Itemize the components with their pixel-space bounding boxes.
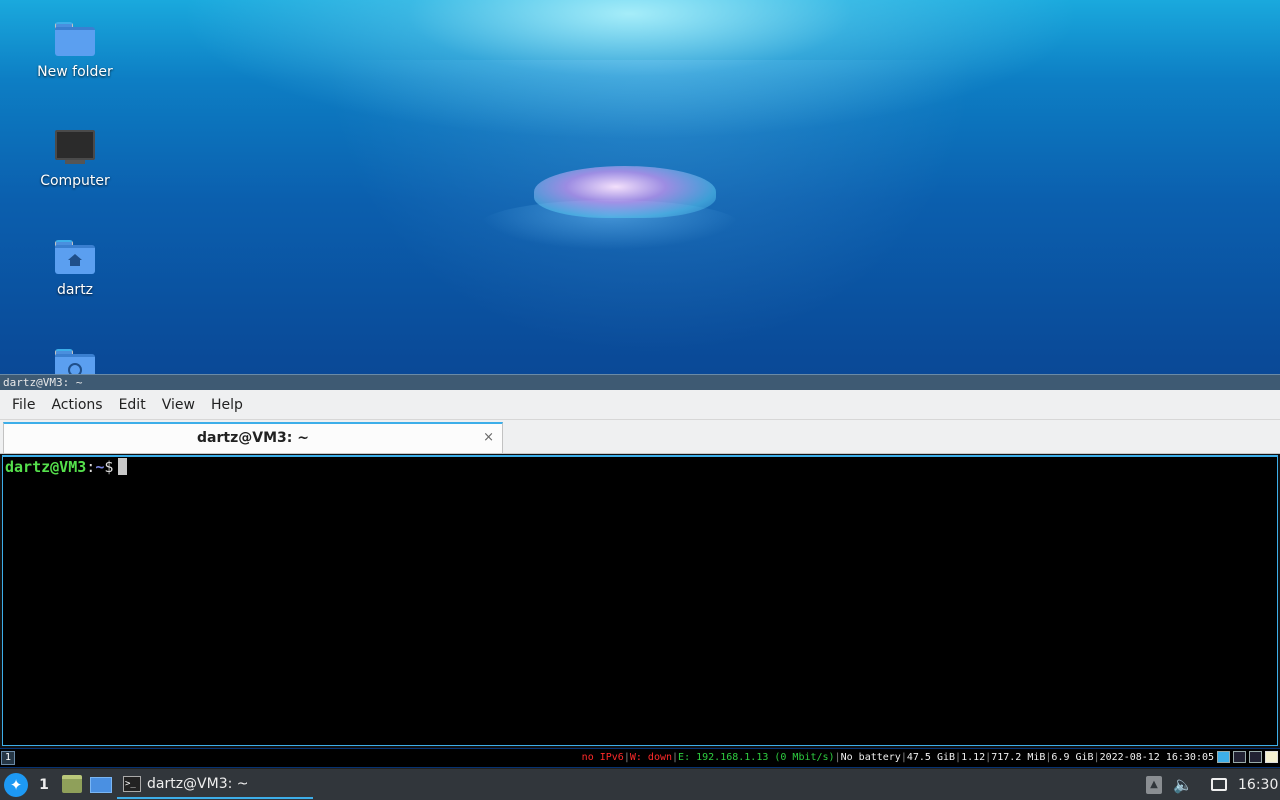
- desktop-icon-label: dartz: [56, 282, 94, 298]
- status-ipv6: no IPv6: [581, 752, 624, 763]
- folder-icon: [53, 18, 97, 58]
- terminal-output[interactable]: dartz@VM3:~$: [2, 455, 1278, 746]
- status-datetime: 2022-08-12 16:30:05: [1099, 752, 1214, 763]
- show-desktop-icon[interactable]: [90, 777, 112, 793]
- workspace-switcher[interactable]: 1: [34, 775, 54, 795]
- window-title[interactable]: dartz@VM3: ~: [0, 374, 1280, 390]
- status-disk: 47.5 GiB: [906, 752, 956, 763]
- desktop-icon-label: New folder: [37, 64, 113, 80]
- menu-help[interactable]: Help: [203, 390, 251, 420]
- file-manager-icon[interactable]: [62, 775, 82, 793]
- computer-icon: [53, 127, 97, 167]
- text-cursor: [118, 458, 128, 475]
- wallpaper-jellyfish: [534, 166, 716, 218]
- prompt-colon: :: [86, 458, 96, 476]
- desktop-icon-computer[interactable]: Computer: [20, 127, 130, 189]
- network-icon[interactable]: [1211, 778, 1227, 791]
- tray-expand-icon[interactable]: ▲: [1146, 776, 1162, 794]
- desktop-icon-label: Computer: [40, 173, 110, 189]
- prompt-dir: ~: [95, 458, 105, 476]
- tray-window-icon[interactable]: [1249, 751, 1262, 763]
- taskbar-task-terminal[interactable]: >_ dartz@VM3: ~: [117, 771, 313, 799]
- home-folder-icon: [53, 236, 97, 276]
- status-items: no IPv6|W: down|E: 192.168.1.13 (0 Mbit/…: [581, 752, 1214, 763]
- prompt-user: dartz@VM3: [5, 458, 87, 476]
- terminal-window[interactable]: dartz@VM3: ~ File Actions Edit View Help…: [0, 374, 1280, 748]
- task-label: dartz@VM3: ~: [147, 776, 249, 792]
- status-ethernet: E: 192.168.1.13 (0 Mbit/s): [678, 752, 835, 763]
- menu-edit[interactable]: Edit: [111, 390, 154, 420]
- menu-actions[interactable]: Actions: [43, 390, 110, 420]
- menu-view[interactable]: View: [154, 390, 203, 420]
- status-memory: 717.2 MiB: [991, 752, 1046, 763]
- tray-app-icon[interactable]: [1217, 751, 1230, 763]
- prompt-symbol: $: [104, 458, 114, 476]
- status-swap: 6.9 GiB: [1051, 752, 1094, 763]
- status-load: 1.12: [961, 752, 986, 763]
- clock[interactable]: 16:30: [1238, 775, 1278, 795]
- menu-bar: File Actions Edit View Help: [0, 390, 1280, 420]
- status-battery: No battery: [840, 752, 901, 763]
- menu-file[interactable]: File: [4, 390, 43, 420]
- tab-terminal[interactable]: dartz@VM3: ~ ×: [3, 422, 503, 453]
- desktop-icon-new-folder[interactable]: New folder: [20, 18, 130, 80]
- status-tray: [1217, 751, 1278, 765]
- workspace-indicator[interactable]: 1: [1, 751, 15, 765]
- close-icon[interactable]: ×: [483, 428, 494, 448]
- start-menu-icon[interactable]: ✦: [4, 773, 28, 797]
- status-bar: 1 no IPv6|W: down|E: 192.168.1.13 (0 Mbi…: [0, 749, 1280, 767]
- status-wifi: W: down: [629, 752, 673, 763]
- tray-screen-icon[interactable]: [1233, 751, 1246, 763]
- tray-notes-icon[interactable]: [1265, 751, 1278, 763]
- terminal-icon: >_: [123, 776, 141, 792]
- volume-icon[interactable]: 🔈: [1173, 774, 1193, 796]
- taskbar: ✦ 1 >_ dartz@VM3: ~ ▲ 🔈 16:30: [0, 768, 1280, 800]
- desktop-icon-home[interactable]: dartz: [20, 236, 130, 298]
- tab-label: dartz@VM3: ~: [197, 430, 309, 446]
- tab-bar: dartz@VM3: ~ ×: [0, 420, 1280, 454]
